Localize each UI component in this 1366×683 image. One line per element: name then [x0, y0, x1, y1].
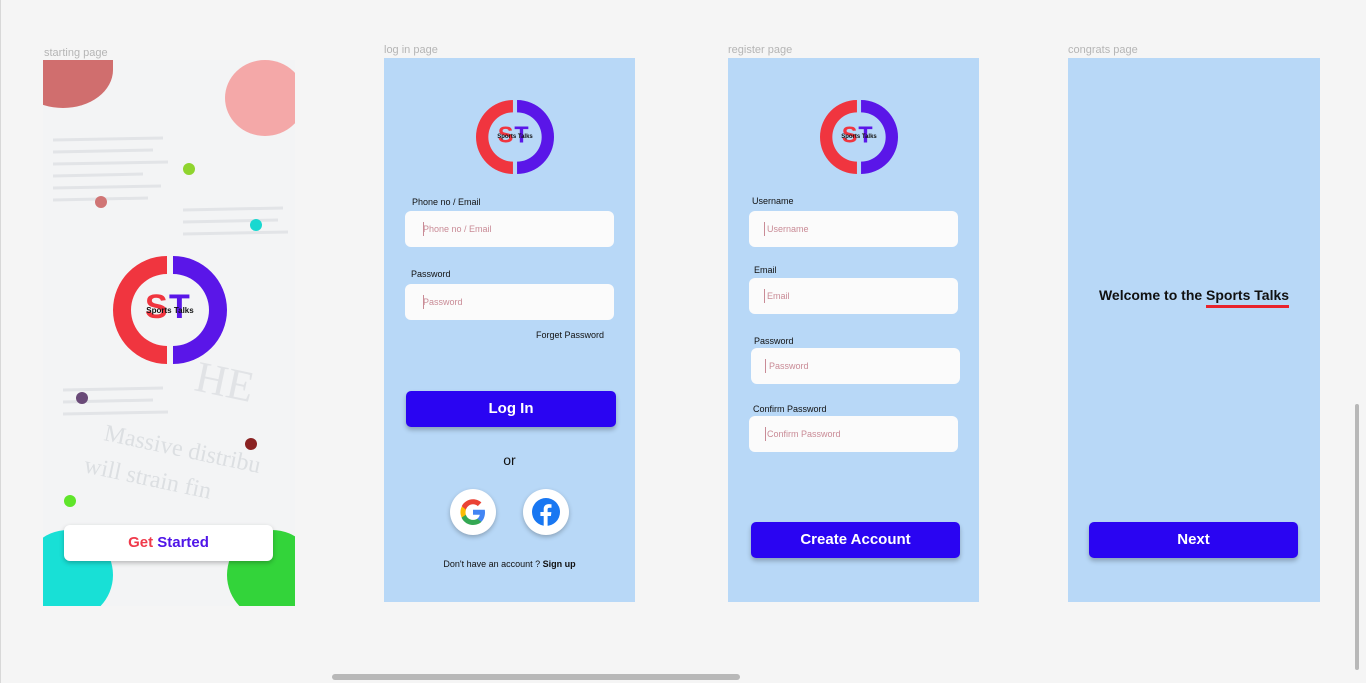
congrats-page-frame: Welcome to the Sports Talks Next — [1068, 58, 1320, 602]
decor-dot — [76, 392, 88, 404]
text-caret — [423, 222, 424, 236]
logo-label: Sports Talks — [146, 306, 194, 315]
forget-password-link[interactable]: Forget Password — [536, 330, 604, 340]
phone-email-input[interactable] — [405, 211, 614, 247]
facebook-login-button[interactable] — [523, 489, 569, 535]
text-caret — [423, 295, 424, 309]
app-logo: S T Sports Talks — [820, 100, 898, 174]
signup-prompt: Don't have an account ? Sign up — [384, 559, 635, 569]
sign-up-link[interactable]: Sign up — [543, 559, 576, 569]
starting-page-frame: HE Massive distribu will strain fin S T … — [43, 60, 295, 606]
decor-dot — [250, 219, 262, 231]
email-label: Email — [754, 265, 777, 275]
login-button[interactable]: Log In — [406, 391, 616, 427]
no-account-text: Don't have an account ? — [443, 559, 541, 569]
password-input[interactable] — [751, 348, 960, 384]
frame-label-login: log in page — [384, 44, 438, 56]
horizontal-scrollbar[interactable] — [332, 674, 740, 680]
get-started-button[interactable]: Get Started — [64, 525, 273, 561]
email-input[interactable] — [749, 278, 958, 314]
or-divider-text: or — [503, 452, 516, 468]
confirm-password-input[interactable] — [749, 416, 958, 452]
decor-dot — [64, 495, 76, 507]
google-icon — [460, 499, 485, 525]
password-label: Password — [411, 269, 451, 279]
text-caret — [765, 427, 766, 441]
decor-dot — [183, 163, 195, 175]
welcome-message: Welcome to the Sports Talks — [1068, 287, 1320, 308]
frame-label-starting: starting page — [44, 47, 108, 59]
app-logo: S T Sports Talks — [113, 256, 227, 364]
password-input[interactable] — [405, 284, 614, 320]
decor-dot — [245, 438, 257, 450]
facebook-icon — [532, 498, 560, 526]
logo-label: Sports Talks — [497, 134, 533, 140]
username-label: Username — [752, 196, 794, 206]
vertical-scrollbar[interactable] — [1355, 404, 1359, 670]
frame-label-register: register page — [728, 44, 793, 56]
decor-circle-top-right — [225, 60, 295, 136]
frame-label-congrats: congrats page — [1068, 44, 1138, 56]
text-caret — [765, 359, 766, 373]
brand-name: Sports Talks — [1206, 287, 1290, 308]
get-label: Get — [128, 534, 154, 551]
decor-dot — [95, 196, 107, 208]
phone-email-label: Phone no / Email — [412, 197, 481, 207]
create-account-button[interactable]: Create Account — [751, 522, 960, 558]
text-caret — [764, 222, 765, 236]
google-login-button[interactable] — [450, 489, 496, 535]
text-caret — [764, 289, 765, 303]
username-input[interactable] — [749, 211, 958, 247]
welcome-text: Welcome to the — [1098, 287, 1203, 303]
password-label: Password — [754, 336, 794, 346]
register-page-frame: S T Sports Talks Username Email Password… — [728, 58, 979, 602]
login-page-frame: S T Sports Talks Phone no / Email Passwo… — [384, 58, 635, 602]
app-logo: S T Sports Talks — [476, 100, 554, 174]
confirm-password-label: Confirm Password — [753, 404, 827, 414]
logo-label: Sports Talks — [841, 134, 877, 140]
next-button[interactable]: Next — [1089, 522, 1298, 558]
started-label: Started — [157, 534, 209, 551]
